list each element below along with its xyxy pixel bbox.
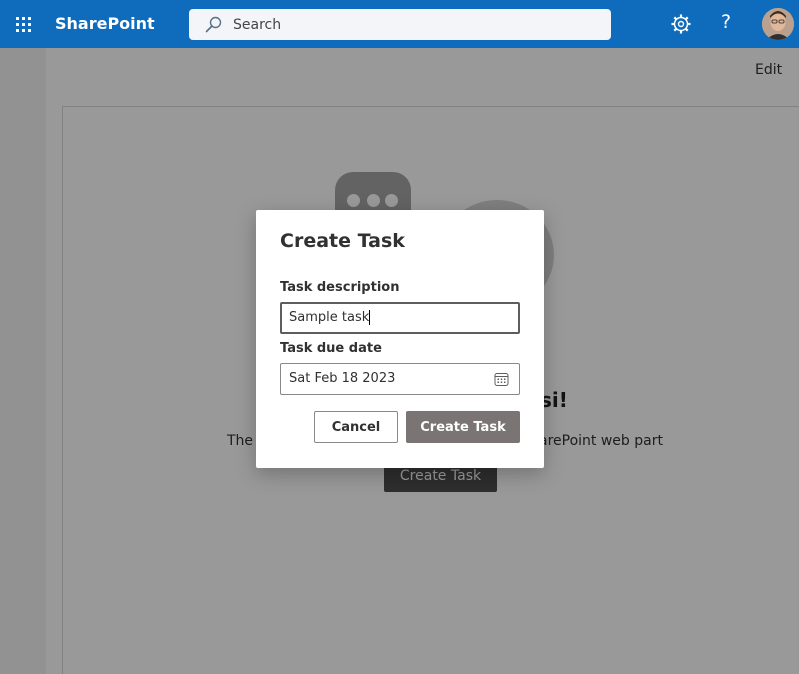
search-placeholder: Search	[233, 17, 282, 33]
dialog-title: Create Task	[280, 230, 405, 252]
gear-icon[interactable]	[670, 13, 692, 35]
avatar[interactable]	[762, 8, 794, 40]
task-due-date-picker[interactable]: Sat Feb 18 2023	[280, 363, 520, 395]
cancel-button[interactable]: Cancel	[314, 411, 398, 443]
help-icon[interactable]: ?	[721, 11, 731, 33]
task-description-label: Task description	[280, 280, 400, 295]
create-task-dialog: Create Task Task description Sample task…	[256, 210, 544, 468]
app-launcher-icon[interactable]	[0, 0, 46, 48]
calendar-icon[interactable]	[494, 372, 509, 387]
task-description-input[interactable]: Sample task	[280, 302, 520, 334]
search-icon	[205, 16, 222, 33]
task-description-value: Sample task	[289, 310, 371, 325]
suite-bar: SharePoint Search ?	[0, 0, 799, 48]
search-box[interactable]: Search	[189, 9, 611, 40]
app-name[interactable]: SharePoint	[55, 14, 155, 33]
task-due-date-value: Sat Feb 18 2023	[289, 371, 396, 386]
task-due-date-label: Task due date	[280, 341, 382, 356]
create-task-button[interactable]: Create Task	[406, 411, 520, 443]
